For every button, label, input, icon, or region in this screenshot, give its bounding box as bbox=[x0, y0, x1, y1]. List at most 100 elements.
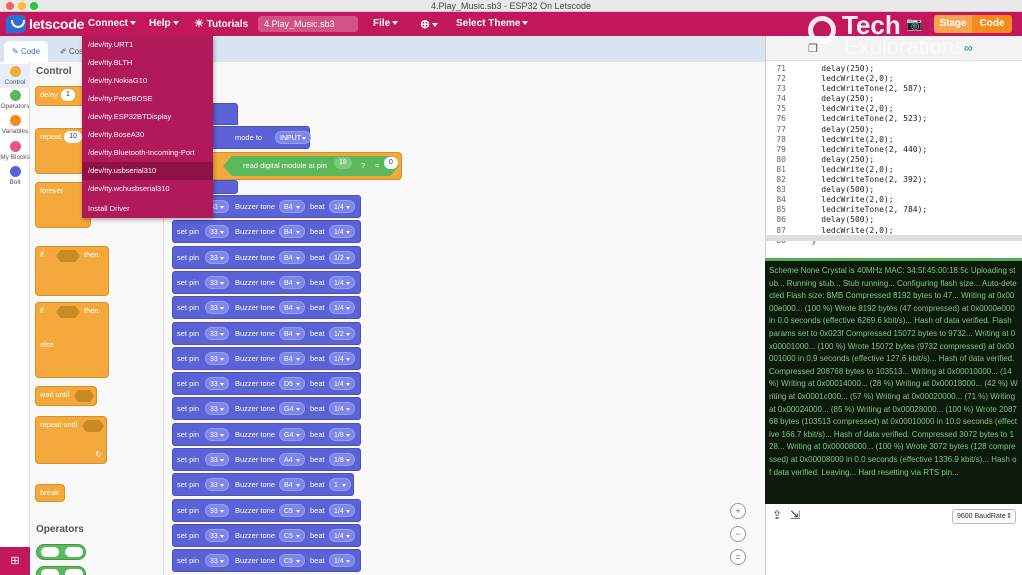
tone-dropdown[interactable]: B4 bbox=[279, 351, 305, 365]
beat-dropdown[interactable]: 1 bbox=[329, 478, 351, 492]
pin-dropdown[interactable]: 33 bbox=[205, 225, 229, 239]
pin-dropdown[interactable]: 33 bbox=[205, 427, 229, 441]
zoom-in-icon[interactable]: + bbox=[730, 503, 746, 519]
connect-port-item[interactable]: /dev/tty.usbserial310 bbox=[82, 162, 213, 180]
condition-slot[interactable] bbox=[74, 390, 94, 402]
tone-dropdown[interactable]: B4 bbox=[279, 250, 305, 264]
connect-port-item[interactable]: /dev/tty.wchusbserial310 bbox=[82, 180, 213, 198]
category-operators[interactable]: Operators bbox=[0, 90, 30, 110]
buzzer-tone-block[interactable]: set pin 33 Buzzer tone G4 beat 1/4 bbox=[172, 397, 361, 421]
tone-dropdown[interactable]: G4 bbox=[279, 402, 305, 416]
usb-connect-icon[interactable]: ⇪ bbox=[772, 508, 782, 522]
beat-dropdown[interactable]: 1/4 bbox=[329, 275, 355, 289]
pin-dropdown[interactable]: 33 bbox=[205, 478, 229, 492]
tone-dropdown[interactable]: G4 bbox=[279, 427, 305, 441]
tone-dropdown[interactable]: C5 bbox=[279, 503, 305, 517]
repeat-input[interactable]: 10 bbox=[64, 131, 83, 143]
category-variables[interactable]: Variables bbox=[0, 115, 30, 135]
beat-dropdown[interactable]: 1/4 bbox=[329, 351, 355, 365]
buzzer-tone-block[interactable]: set pin 33 Buzzer tone C5 beat 1/4 bbox=[172, 523, 361, 547]
beat-dropdown[interactable]: 1/8 bbox=[329, 453, 355, 466]
pin-dropdown[interactable]: 33 bbox=[205, 528, 229, 542]
tone-dropdown[interactable]: B4 bbox=[279, 478, 305, 492]
read-pin-dropdown[interactable]: 18 bbox=[334, 157, 352, 169]
connect-menu[interactable]: Connect bbox=[88, 12, 136, 36]
category-control[interactable]: Control bbox=[0, 64, 30, 88]
buzzer-tone-block[interactable]: set pin 33 Buzzer tone B4 beat 1 bbox=[172, 473, 354, 497]
pin-dropdown[interactable]: 33 bbox=[205, 301, 229, 315]
repeat-block[interactable]: repeat 10 bbox=[35, 128, 85, 174]
delay-input[interactable]: 1 bbox=[60, 89, 75, 101]
delay-block[interactable]: delay 1 bbox=[35, 86, 85, 106]
beat-dropdown[interactable]: 1/4 bbox=[329, 200, 355, 213]
tone-dropdown[interactable]: A4 bbox=[279, 453, 305, 466]
buzzer-tone-block[interactable]: set pin 33 Buzzer tone B4 beat 1/2 bbox=[172, 245, 361, 269]
beat-dropdown[interactable]: 1/2 bbox=[329, 326, 355, 340]
tone-dropdown[interactable]: C5 bbox=[279, 528, 305, 542]
buzzer-tone-block[interactable]: set pin 33 Buzzer toneB4 beat 1/4 bbox=[172, 220, 361, 244]
buzzer-tone-block[interactable]: set pin 33 Buzzer toneB4 beat 1/4 bbox=[172, 346, 361, 370]
if-then-block[interactable]: if then bbox=[35, 246, 109, 296]
condition-slot[interactable] bbox=[56, 250, 80, 262]
pin-dropdown[interactable]: 33 bbox=[205, 402, 229, 416]
beat-dropdown[interactable]: 1/4 bbox=[329, 377, 355, 391]
pin-dropdown[interactable]: 33 bbox=[205, 275, 229, 289]
buzzer-tone-block[interactable]: set pin 33 Buzzer tone A4 beat 1/8 bbox=[172, 448, 361, 471]
install-driver-item[interactable]: Install Driver bbox=[82, 200, 213, 218]
usb-disconnect-icon[interactable]: ⇲ bbox=[790, 508, 800, 522]
tone-dropdown[interactable]: C5 bbox=[279, 554, 305, 568]
beat-dropdown[interactable]: 1/4 bbox=[329, 528, 355, 542]
beat-dropdown[interactable]: 1/4 bbox=[329, 554, 355, 568]
connect-port-item[interactable]: /dev/tty.BLTH bbox=[82, 54, 213, 72]
buzzer-tone-block[interactable]: set pin 33 Buzzer tone C5 beat 1/4 bbox=[172, 498, 361, 522]
connect-port-item[interactable]: /dev/tty.NokiaG10 bbox=[82, 72, 213, 90]
pin-dropdown[interactable]: 33 bbox=[205, 351, 229, 365]
subtract-operator-block[interactable] bbox=[36, 566, 86, 575]
tone-dropdown[interactable]: B4 bbox=[279, 326, 305, 340]
tone-dropdown[interactable]: B4 bbox=[279, 225, 305, 239]
beat-dropdown[interactable]: 1/4 bbox=[329, 301, 355, 315]
zoom-reset-icon[interactable]: = bbox=[730, 549, 746, 565]
condition-slot[interactable] bbox=[56, 306, 80, 318]
pin-dropdown[interactable]: 33 bbox=[205, 453, 229, 466]
beat-dropdown[interactable]: 1/8 bbox=[329, 427, 355, 441]
pin-dropdown[interactable]: 33 bbox=[205, 503, 229, 517]
app-logo[interactable]: letscode bbox=[6, 14, 84, 34]
mode-dropdown[interactable]: INPUT bbox=[275, 131, 311, 144]
connect-port-item[interactable]: /dev/tty.URT1 bbox=[82, 36, 213, 54]
script-workspace[interactable]: mode to INPUT read digital module at pin… bbox=[164, 62, 765, 575]
operand-input[interactable] bbox=[65, 569, 83, 575]
pin-dropdown[interactable]: 33 bbox=[205, 326, 229, 340]
buzzer-tone-block[interactable]: set pin 33 Buzzer toneB4 beat 1/4 bbox=[172, 296, 361, 320]
pin-dropdown[interactable]: 33 bbox=[205, 554, 229, 568]
add-extension-icon[interactable]: ⊞ bbox=[0, 547, 30, 575]
select-theme-menu[interactable]: Select Theme bbox=[456, 12, 529, 36]
operand-input[interactable] bbox=[65, 547, 83, 557]
language-menu[interactable]: ⊕ bbox=[420, 12, 439, 36]
tab-code[interactable]: ✎ Code bbox=[4, 41, 49, 62]
code-horizontal-scrollbar[interactable] bbox=[765, 235, 1022, 241]
file-menu[interactable]: File bbox=[373, 12, 399, 36]
connect-port-item[interactable]: /dev/tty.PeterBOSE bbox=[82, 90, 213, 108]
buzzer-tone-block[interactable]: set pin 33 Buzzer toneB4 beat 1/4 bbox=[172, 270, 361, 294]
tone-dropdown[interactable]: B4 bbox=[279, 275, 305, 289]
wait-until-block[interactable]: wait until bbox=[35, 386, 97, 406]
break-block[interactable]: break bbox=[35, 484, 65, 502]
tone-dropdown[interactable]: D5 bbox=[279, 377, 305, 391]
operand-input[interactable] bbox=[41, 547, 59, 557]
buzzer-tone-block[interactable]: set pin 33 Buzzer tone D5 beat 1/4 bbox=[172, 372, 361, 396]
pin-dropdown[interactable]: 33 bbox=[205, 377, 229, 391]
code-button[interactable]: Code bbox=[972, 15, 1012, 33]
connect-port-item[interactable]: /dev/tty.BoseA30 bbox=[82, 126, 213, 144]
if-then-else-block[interactable]: if then else bbox=[35, 302, 109, 378]
help-menu[interactable]: Help bbox=[149, 12, 179, 36]
add-operator-block[interactable] bbox=[36, 544, 86, 560]
tone-dropdown[interactable]: B4 bbox=[279, 301, 305, 315]
code-editor[interactable]: 71 delay(250); 72 ledcWrite(2,0); 73 ledcW… bbox=[766, 64, 1022, 246]
buzzer-tone-block[interactable]: set pin 33 Buzzer tone G4 beat 1/8 bbox=[172, 422, 361, 446]
category-bolt[interactable]: Bolt bbox=[0, 166, 30, 186]
zoom-out-icon[interactable]: − bbox=[730, 526, 746, 542]
category-my-blocks[interactable]: My Blocks bbox=[0, 141, 30, 161]
tone-dropdown[interactable]: B4 bbox=[279, 200, 305, 213]
repeat-until-block[interactable]: repeat until ↻ bbox=[35, 416, 107, 464]
